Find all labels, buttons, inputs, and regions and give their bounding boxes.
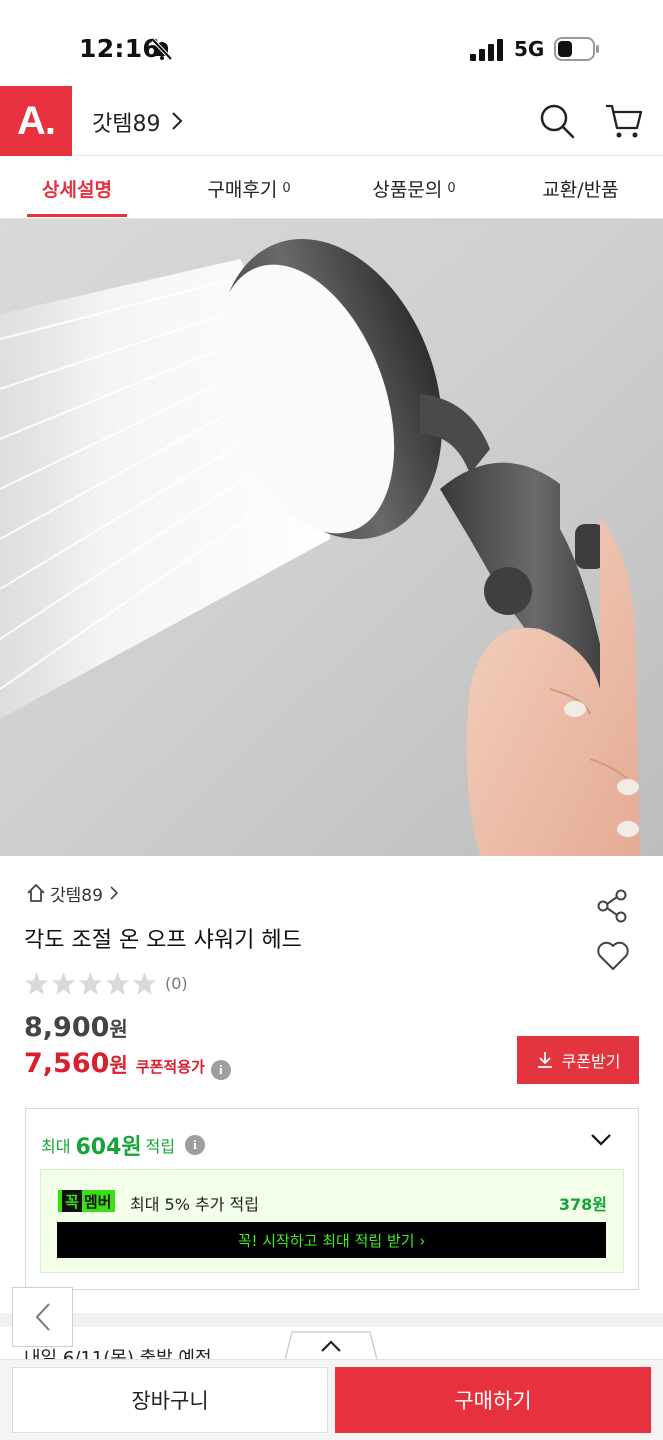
member-badge-mark: 꼭 [62, 1190, 82, 1212]
status-bar: 12:16 5G [0, 0, 663, 86]
buy-now-button[interactable]: 구매하기 [335, 1367, 651, 1433]
rating-count: (0) [165, 973, 188, 993]
signal-icon [470, 39, 503, 61]
original-price-value: 8,900 [24, 1012, 110, 1043]
sale-price-value: 7,560 [24, 1048, 110, 1079]
brand-logo[interactable]: A. [0, 86, 72, 156]
tab-label: 교환/반품 [542, 178, 619, 201]
star-icon [106, 971, 129, 995]
points-suffix: 적립 [145, 1137, 176, 1156]
battery-icon [554, 37, 599, 61]
product-title: 각도 조절 온 오프 샤워기 헤드 [24, 928, 302, 953]
member-benefit-amount: 378원 [558, 1195, 607, 1214]
status-time: 12:16 [79, 34, 161, 63]
tab-label: 상세설명 [42, 178, 112, 201]
points-panel: 최대 604원 적립 i 꼭 멤버 최대 5% 추가 적립 378원 꼭! 시작… [25, 1108, 639, 1290]
breadcrumb[interactable]: 갓템89 [26, 881, 119, 906]
app-header: A. 갓템89 [0, 86, 663, 156]
home-icon [27, 883, 45, 902]
tab-inquiry[interactable]: 상품문의 0 [330, 157, 498, 219]
info-icon[interactable]: i [210, 1060, 231, 1080]
member-benefit: 꼭 멤버 최대 5% 추가 적립 378원 꼭! 시작하고 최대 적립 받기 › [40, 1169, 624, 1273]
heart-icon[interactable] [596, 940, 630, 972]
bottom-action-bar: 장바구니 구매하기 [0, 1359, 663, 1440]
chevron-right-icon [110, 886, 119, 900]
chevron-down-icon[interactable] [590, 1133, 612, 1147]
currency: 원 [109, 1053, 128, 1077]
coupon-button-label: 쿠폰받기 [561, 1052, 621, 1071]
tab-label: 상품문의 [372, 178, 443, 201]
search-icon[interactable] [538, 102, 576, 140]
breadcrumb-store: 갓템89 [50, 885, 103, 906]
store-name-link[interactable]: 갓템89 [92, 106, 160, 138]
chevron-left-icon [35, 1303, 50, 1331]
member-signup-button[interactable]: 꼭! 시작하고 최대 적립 받기 › [57, 1222, 606, 1258]
star-icon [133, 971, 156, 995]
tab-reviews[interactable]: 구매후기 0 [154, 157, 344, 219]
sale-price-row: 7,560원 쿠폰적용가 i [24, 1048, 231, 1084]
tab-exchange-return[interactable]: 교환/반품 [498, 157, 663, 219]
download-icon [537, 1052, 552, 1068]
currency: 원 [109, 1017, 128, 1041]
sale-price: 7,560원 [24, 1048, 128, 1079]
add-to-cart-button[interactable]: 장바구니 [12, 1367, 328, 1433]
share-icon[interactable] [596, 889, 630, 923]
product-tabs: 상세설명 구매후기 0 상품문의 0 교환/반품 [0, 157, 663, 219]
info-icon[interactable]: i [185, 1135, 206, 1155]
star-icon [79, 971, 102, 995]
back-button[interactable] [12, 1287, 73, 1347]
network-type: 5G [514, 37, 545, 61]
rating[interactable]: (0) [24, 970, 188, 996]
member-badge: 꼭 멤버 [58, 1190, 116, 1212]
get-coupon-button[interactable]: 쿠폰받기 [517, 1036, 639, 1084]
coupon-price-label: 쿠폰적용가 [135, 1058, 205, 1076]
original-price: 8,900원 [24, 1012, 128, 1043]
cart-icon[interactable] [604, 102, 644, 140]
bell-slash-icon [151, 38, 173, 61]
member-badge-label: 멤버 [83, 1192, 112, 1211]
star-icon [25, 971, 48, 995]
tab-count: 0 [282, 181, 291, 196]
star-icon [52, 971, 75, 995]
chevron-right-icon [172, 112, 183, 130]
tab-count: 0 [447, 181, 456, 196]
points-amount: 604원 [75, 1135, 142, 1160]
tab-active-indicator [27, 214, 127, 217]
product-image[interactable] [0, 219, 663, 856]
tab-detail[interactable]: 상세설명 [0, 157, 154, 219]
max-points[interactable]: 최대 604원 적립 i [41, 1129, 206, 1161]
tab-label: 구매후기 [207, 178, 278, 201]
points-prefix: 최대 [41, 1137, 71, 1156]
section-divider [0, 1313, 663, 1327]
member-benefit-text: 최대 5% 추가 적립 [130, 1195, 259, 1214]
